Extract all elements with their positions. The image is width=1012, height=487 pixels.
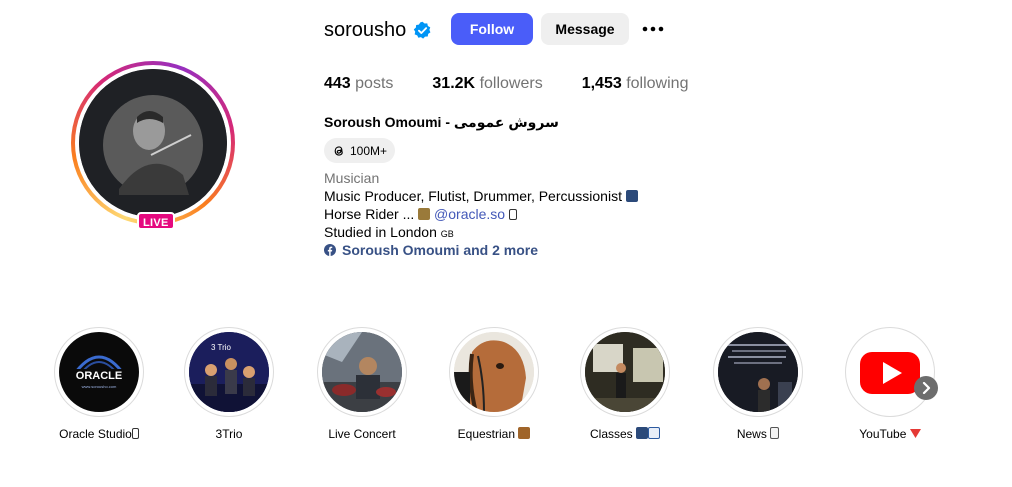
followers-label: followers bbox=[479, 75, 543, 92]
highlight-label: Equestrian bbox=[434, 427, 554, 441]
highlight-label-text: YouTube bbox=[859, 427, 907, 441]
bio-line-3: Studied in London GB bbox=[324, 224, 454, 240]
posts-label: posts bbox=[355, 75, 394, 92]
posts-stat: 443 posts bbox=[324, 75, 393, 93]
highlight-label: News bbox=[698, 427, 818, 441]
profile-avatar[interactable] bbox=[71, 61, 235, 225]
highlight-live-concert[interactable]: Live Concert bbox=[302, 327, 422, 441]
threads-icon bbox=[334, 145, 343, 156]
highlight-label: YouTube bbox=[830, 427, 950, 441]
highlights-next-button[interactable] bbox=[914, 376, 938, 400]
horse-photo-icon bbox=[454, 332, 534, 412]
highlight-ring bbox=[317, 327, 407, 417]
newspaper-emoji-icon bbox=[770, 427, 780, 439]
svg-text:www.sorousho.com: www.sorousho.com bbox=[82, 384, 117, 389]
bio-line-2-text: Horse Rider ... bbox=[324, 206, 415, 222]
highlight-ring bbox=[580, 327, 670, 417]
oracle-logo-icon: ORACLE www.sorousho.com bbox=[59, 332, 139, 412]
message-button[interactable]: Message bbox=[541, 13, 629, 45]
red-triangle-icon bbox=[909, 429, 921, 438]
highlight-news[interactable]: News bbox=[698, 327, 818, 441]
following-count: 1,453 bbox=[581, 75, 622, 92]
posts-count: 443 bbox=[324, 75, 351, 92]
youtube-logo-icon bbox=[850, 332, 930, 412]
full-name: Soroush Omoumi - سروش عمومی bbox=[324, 114, 559, 130]
horse-emoji-icon bbox=[518, 427, 531, 439]
svg-text:3 Trio: 3 Trio bbox=[211, 343, 232, 352]
highlight-label-text: Classes bbox=[589, 427, 633, 441]
unknown-glyph-icon bbox=[508, 209, 517, 220]
highlight-label: 3Trio bbox=[215, 427, 243, 441]
highlight-ring bbox=[845, 327, 935, 417]
chevron-right-icon bbox=[922, 382, 931, 394]
avatar-photo bbox=[79, 69, 227, 217]
facebook-link[interactable]: Soroush Omoumi and 2 more bbox=[324, 242, 538, 258]
highlight-3trio[interactable]: 3 Trio 3Trio bbox=[169, 327, 289, 441]
threads-count: 100M+ bbox=[350, 143, 388, 158]
highlight-oracle-studio[interactable]: ORACLE www.sorousho.com Oracle Studio bbox=[39, 327, 159, 441]
highlight-label: Classes bbox=[565, 427, 685, 441]
username: sorousho bbox=[324, 19, 407, 41]
following-label: following bbox=[626, 75, 689, 92]
highlight-equestrian[interactable]: Equestrian bbox=[434, 327, 554, 441]
live-badge[interactable]: LIVE bbox=[137, 212, 175, 230]
concert-photo-icon bbox=[322, 332, 402, 412]
profile-stats: 443 posts 31.2K followers 1,453 followin… bbox=[324, 75, 727, 93]
unknown-glyph-icon bbox=[131, 428, 139, 439]
bio-line-1: Music Producer, Flutist, Drummer, Percus… bbox=[324, 188, 638, 204]
following-stat[interactable]: 1,453 following bbox=[582, 75, 689, 93]
verified-badge-icon bbox=[413, 21, 431, 39]
facebook-icon bbox=[324, 244, 336, 256]
profile-category: Musician bbox=[324, 170, 380, 186]
avatar-border bbox=[75, 65, 231, 221]
bio-line-1-text: Music Producer, Flutist, Drummer, Percus… bbox=[324, 188, 622, 204]
follow-button[interactable]: Follow bbox=[451, 13, 533, 45]
bio-line-3-text: Studied in London bbox=[324, 224, 437, 240]
highlight-label: Live Concert bbox=[328, 427, 396, 441]
camera-emoji-icon bbox=[625, 190, 638, 202]
classroom-photo-icon bbox=[585, 332, 665, 412]
highlight-label: Oracle Studio bbox=[39, 427, 159, 441]
threads-badge[interactable]: 100M+ bbox=[324, 138, 395, 163]
highlight-label-text: News bbox=[736, 427, 767, 441]
book-emoji-icon bbox=[648, 427, 661, 439]
svg-text:ORACLE: ORACLE bbox=[76, 370, 122, 382]
followers-count: 31.2K bbox=[432, 75, 476, 92]
followers-stat[interactable]: 31.2K followers bbox=[432, 75, 542, 93]
highlight-label-text: Oracle Studio bbox=[59, 427, 132, 441]
highlight-ring: 3 Trio bbox=[184, 327, 274, 417]
facebook-link-text: Soroush Omoumi and 2 more bbox=[342, 242, 539, 258]
highlight-ring: ORACLE www.sorousho.com bbox=[54, 327, 144, 417]
highlight-ring bbox=[449, 327, 539, 417]
news-photo-icon bbox=[718, 332, 798, 412]
oracle-mention-link[interactable]: @oracle.so bbox=[434, 206, 505, 222]
highlight-ring bbox=[713, 327, 803, 417]
band-photo-icon: 3 Trio bbox=[189, 332, 269, 412]
highlight-label-text: Equestrian bbox=[457, 427, 516, 441]
more-options-icon[interactable] bbox=[640, 20, 666, 38]
gb-flag-icon: GB bbox=[440, 229, 454, 239]
horse-emoji-icon bbox=[418, 208, 431, 220]
camera-emoji-icon bbox=[636, 427, 649, 439]
highlight-classes[interactable]: Classes bbox=[565, 327, 685, 441]
bio-line-2: Horse Rider ... @oracle.so bbox=[324, 206, 517, 222]
